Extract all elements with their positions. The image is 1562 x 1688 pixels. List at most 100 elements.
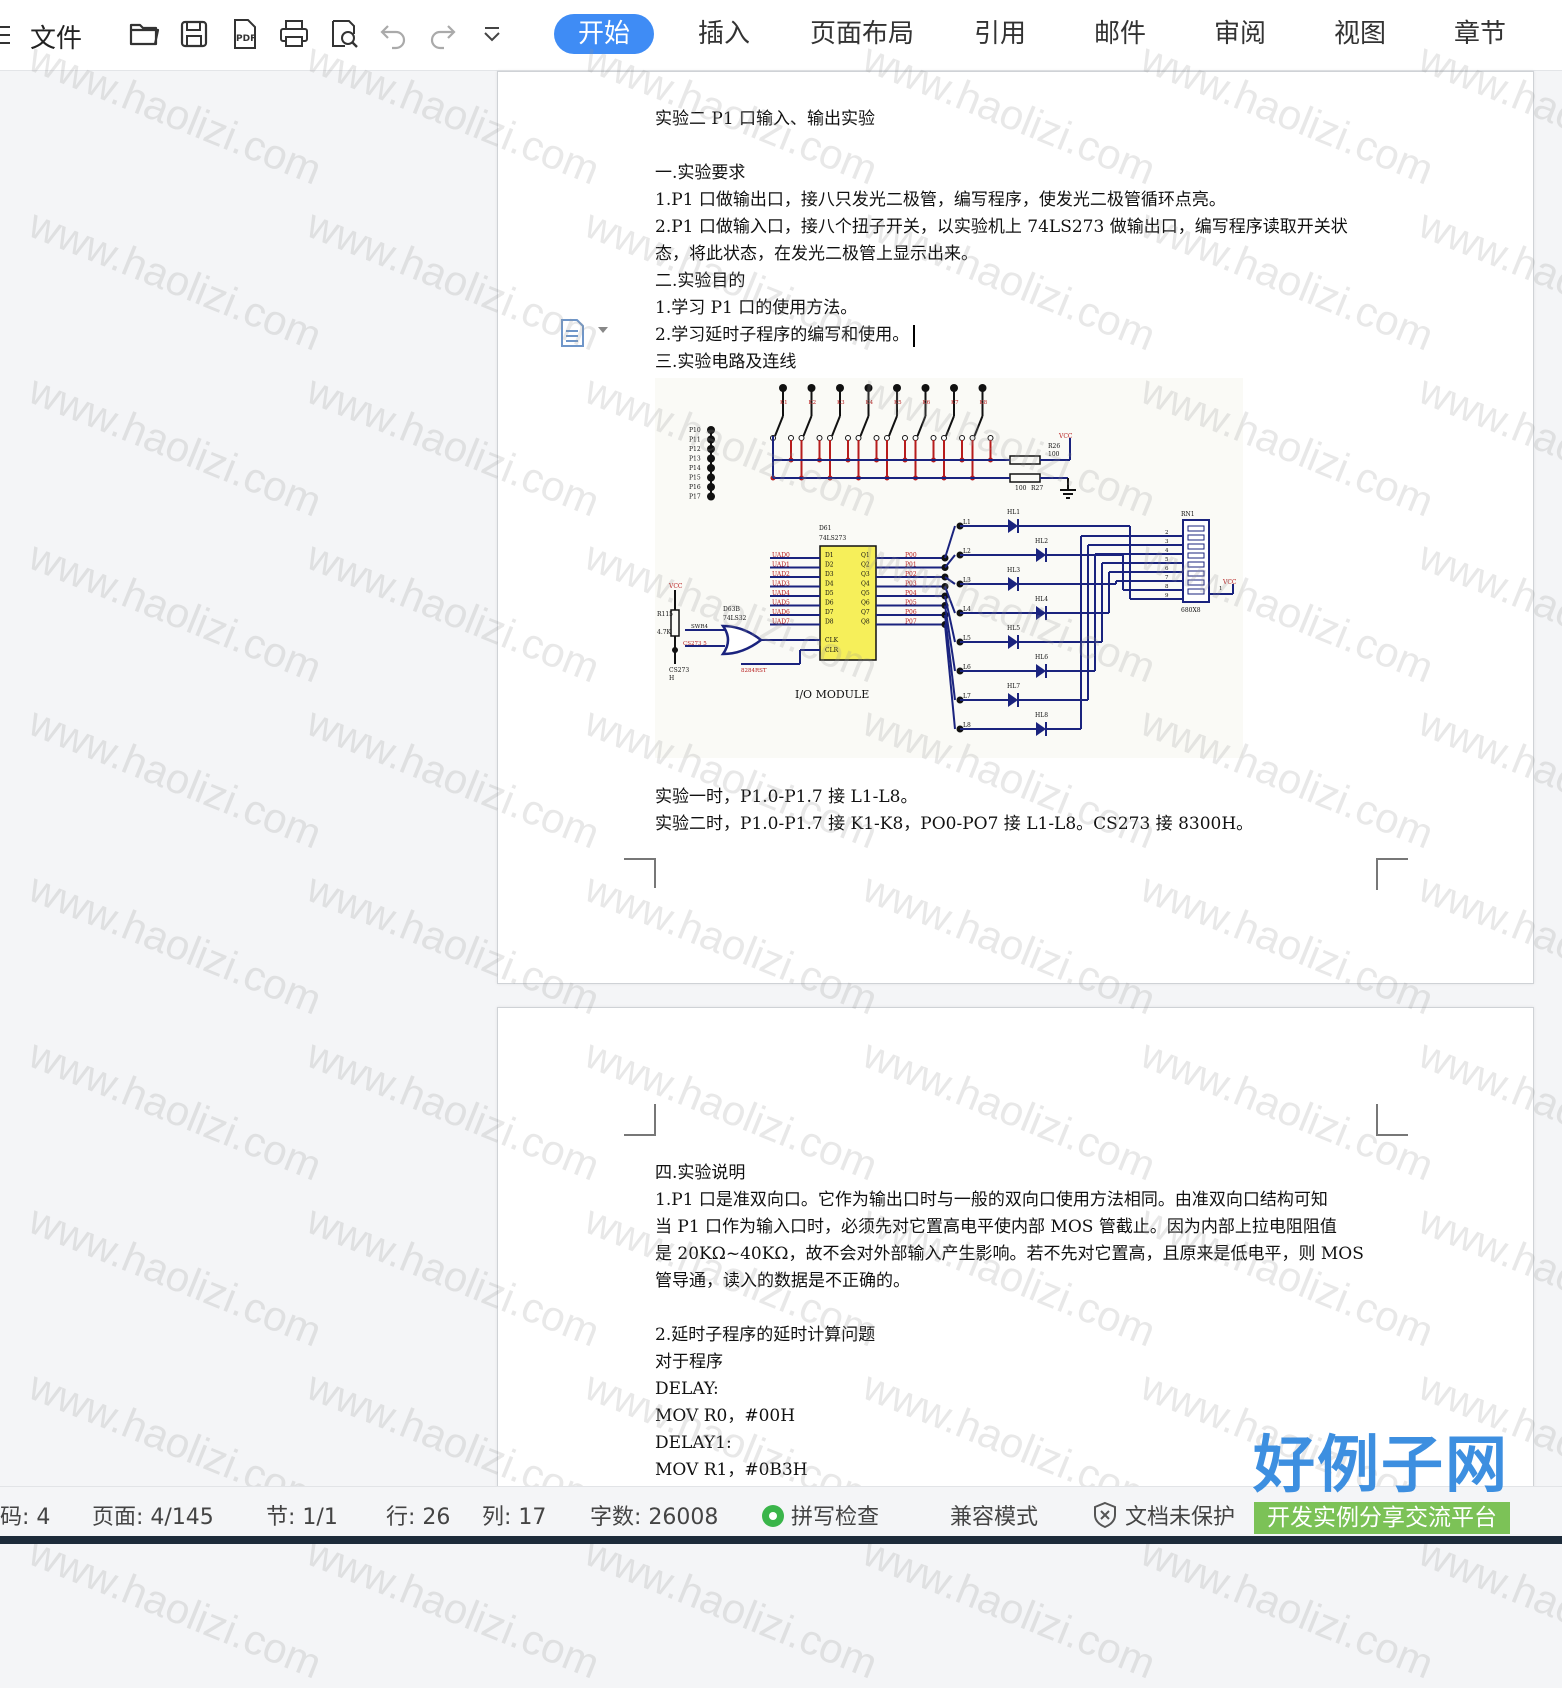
- switch-contact: [969, 435, 976, 441]
- doc-protection-button[interactable]: 文档未保护: [1092, 1499, 1235, 1535]
- l-terminal-label: L2: [963, 548, 971, 555]
- site-logo: 好例子网 开发实例分享交流平台: [1252, 1430, 1510, 1534]
- section-circuit: 三.实验电路及连线: [655, 352, 797, 372]
- paragraph: 态，将此状态，在发光二极管上显示出来。: [655, 244, 978, 264]
- resistor-label: R27: [1031, 485, 1043, 492]
- l-terminal-label: L3: [963, 577, 971, 584]
- watermark-text: www.haolizi.com: [1412, 1527, 1562, 1688]
- print-icon[interactable]: [276, 16, 312, 52]
- resistor-label: R26: [1048, 443, 1060, 450]
- led-label: HL2: [1035, 538, 1048, 545]
- pack-pin-label: 2: [1165, 530, 1169, 536]
- switch-contact: [987, 435, 994, 441]
- margin-corner-mark: [1376, 858, 1408, 890]
- led-label: HL8: [1035, 712, 1048, 719]
- l-terminal-label: L5: [963, 635, 971, 642]
- export-pdf-icon[interactable]: PDF: [226, 16, 262, 52]
- h-label: H: [669, 675, 674, 682]
- chip-pin-label: D7: [825, 609, 834, 616]
- svg-text:PDF: PDF: [236, 34, 256, 44]
- cs-label: CS273: [669, 667, 689, 674]
- status-page[interactable]: 页面: 4/145: [92, 1499, 214, 1531]
- experiment-title: 实验二 P1 口输入、输出实验: [655, 109, 876, 129]
- more-dropdown-icon[interactable]: [474, 16, 510, 52]
- spell-check-button[interactable]: 拼写检查: [762, 1499, 879, 1531]
- chip-pin-label: Q5: [861, 590, 870, 597]
- pack-pin-label: 7: [1165, 575, 1169, 581]
- pack-pin-label: 3: [1165, 539, 1169, 545]
- paragraph: 当 P1 口作为输入口时，必须先对它置高电平使内部 MOS 管截止。因为内部上拉…: [655, 1217, 1337, 1237]
- watermark-text: www.haolizi.com: [22, 1195, 329, 1356]
- switch-label: K7: [951, 400, 959, 406]
- clr-label: CLR: [825, 647, 839, 654]
- paragraph: 2.P1 口做输入口，接八个扭子开关，以实验机上 74LS273 做输出口，编写…: [655, 217, 1348, 237]
- chip-pin-label: Q4: [861, 581, 870, 588]
- p1-pin-label: P10: [689, 427, 701, 434]
- code-line: MOV R1，#0B3H: [655, 1460, 808, 1480]
- led-label: HL1: [1007, 509, 1020, 516]
- chip-pin-label: D4: [825, 581, 834, 588]
- switch-contact: [959, 435, 965, 441]
- status-section: 节: 1/1: [266, 1505, 338, 1530]
- tab-chapter[interactable]: 章节: [1442, 14, 1518, 54]
- led-label: HL6: [1035, 654, 1048, 661]
- led-label: HL5: [1007, 625, 1020, 632]
- p1-pin-label: P11: [689, 437, 701, 444]
- paragraph-options-icon[interactable]: [560, 318, 610, 348]
- p1-pin-label: P17: [689, 494, 701, 501]
- paragraph: 实验一时，P1.0-P1.7 接 L1-L8。: [655, 787, 918, 807]
- watermark-text: www.haolizi.com: [22, 199, 329, 360]
- print-preview-icon[interactable]: [326, 16, 362, 52]
- watermark-text: www.haolizi.com: [22, 1029, 329, 1190]
- chip-pin-label: Q8: [861, 619, 870, 626]
- led-label: HL4: [1035, 596, 1048, 603]
- module-title: I/O MODULE: [795, 688, 869, 701]
- text-cursor: [913, 324, 916, 347]
- switch-label: K2: [809, 400, 817, 406]
- tab-view[interactable]: 视图: [1322, 14, 1398, 54]
- resistor-label: R115: [657, 611, 673, 618]
- undo-icon[interactable]: [376, 16, 412, 52]
- tab-home[interactable]: 开始: [554, 14, 655, 54]
- chip-pin-label: D8: [825, 619, 834, 626]
- vcc-label: VCC: [1222, 579, 1237, 586]
- switch-label: K5: [894, 400, 902, 406]
- margin-corner-mark: [624, 1104, 656, 1136]
- tab-mailings[interactable]: 邮件: [1082, 14, 1158, 54]
- tab-page-layout[interactable]: 页面布局: [798, 14, 926, 54]
- save-icon[interactable]: [176, 16, 212, 52]
- paragraph: 2.延时子程序的延时计算问题: [655, 1325, 876, 1345]
- junction-dot: [672, 647, 678, 653]
- paragraph-with-cursor: 2.学习延时子程序的编写和使用。: [655, 322, 916, 349]
- chip-pin-label: D6: [825, 600, 834, 607]
- p1-pin-label: P13: [689, 456, 701, 463]
- pack-pin-label: 6: [1165, 566, 1169, 572]
- switch-label: K3: [837, 400, 845, 406]
- vcc-label: VCC: [1058, 433, 1073, 440]
- status-word-count[interactable]: 字数: 26008: [590, 1499, 718, 1531]
- code-line: DELAY1:: [655, 1433, 732, 1453]
- compat-mode-label[interactable]: 兼容模式: [950, 1499, 1038, 1531]
- section-requirements: 一.实验要求: [655, 163, 746, 183]
- menu-icon[interactable]: [0, 20, 14, 50]
- tab-insert[interactable]: 插入: [686, 14, 762, 54]
- tab-review[interactable]: 审阅: [1202, 14, 1278, 54]
- gate-label: D63B: [723, 606, 740, 613]
- led-label: HL7: [1007, 683, 1020, 690]
- paragraph: 1.P1 口做输出口，接八只发光二极管，编写程序，使发光二极管循环点亮。: [655, 190, 1226, 210]
- file-menu[interactable]: 文件: [30, 18, 82, 55]
- spell-check-label: 拼写检查: [791, 1505, 880, 1530]
- tab-references[interactable]: 引用: [962, 14, 1038, 54]
- switch-contact: [912, 435, 919, 441]
- document-page-1[interactable]: 实验二 P1 口输入、输出实验 一.实验要求 1.P1 口做输出口，接八只发光二…: [497, 71, 1534, 984]
- status-code: 码: 4: [0, 1505, 51, 1530]
- paragraph: 是 20KΩ~40KΩ，故不会对外部输入产生影响。若不先对它置高，且原来是低电平…: [655, 1244, 1364, 1264]
- watermark-text: www.haolizi.com: [22, 531, 329, 692]
- status-column: 列: 17: [482, 1505, 547, 1530]
- redo-icon[interactable]: [424, 16, 460, 52]
- watermark-text: www.haolizi.com: [578, 1527, 885, 1688]
- chip-pin-label: Q7: [861, 609, 870, 616]
- watermark-text: www.haolizi.com: [1134, 1527, 1441, 1688]
- open-folder-icon[interactable]: [126, 16, 162, 52]
- pack-pin-label: 9: [1165, 593, 1169, 599]
